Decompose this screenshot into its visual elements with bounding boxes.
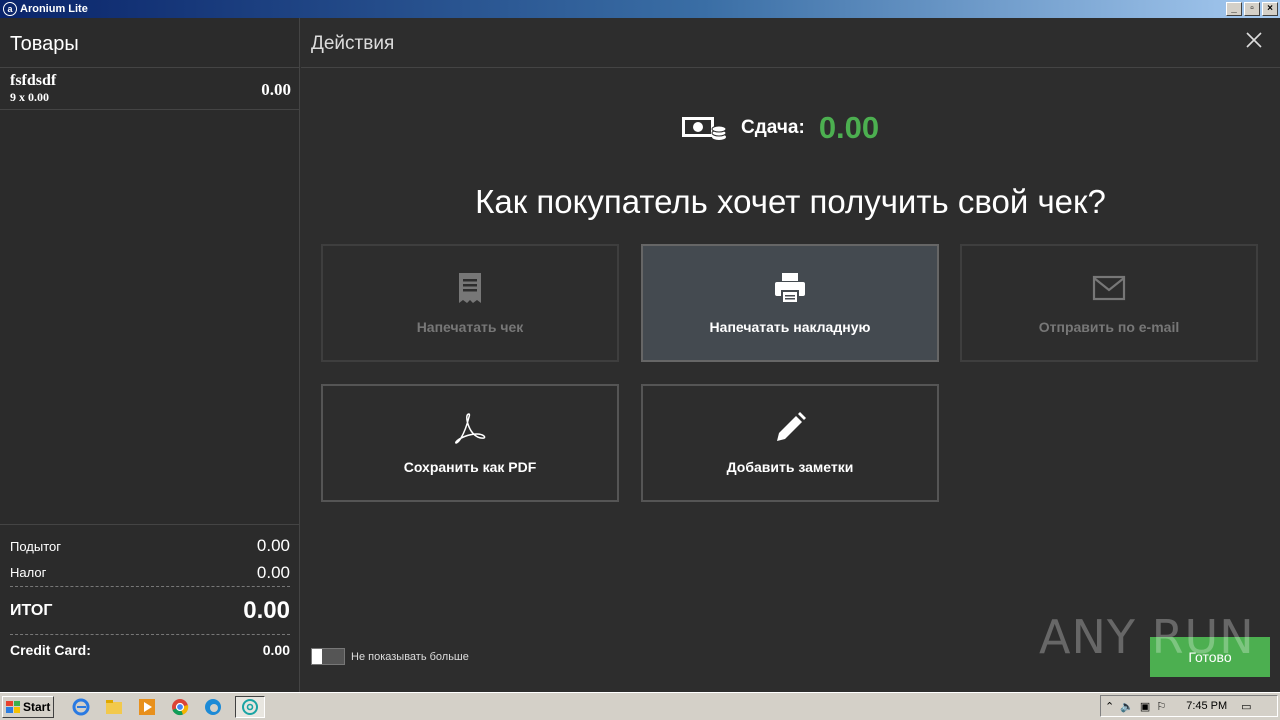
network-icon[interactable]: ▣ (1140, 700, 1150, 713)
payment-label: Credit Card: (10, 642, 91, 658)
dont-show-toggle[interactable]: Не показывать больше (311, 648, 469, 665)
cart-panel: Товары fsfdsdf 9 x 0.00 0.00 Подытог 0.0… (0, 18, 300, 692)
window-controls: _ ▫ × (1226, 2, 1278, 16)
totals-section: Подытог 0.00 Налог 0.00 ИТОГ 0.00 Credit… (0, 524, 300, 665)
show-desktop-icon[interactable]: ▭ (1241, 700, 1251, 713)
tax-label: Налог (10, 565, 47, 580)
toggle-switch[interactable] (311, 648, 345, 665)
title-bar: a Aronium Lite _ ▫ × (0, 0, 1280, 18)
actions-header: Действия (301, 18, 1280, 68)
edge-icon[interactable] (202, 696, 224, 718)
subtotal-value: 0.00 (256, 536, 290, 555)
chrome-icon[interactable] (169, 696, 191, 718)
printer-icon (775, 273, 805, 304)
ie-icon[interactable] (70, 696, 92, 718)
total-row: ИТОГ 0.00 (10, 587, 290, 635)
subtotal-row: Подытог 0.00 (10, 525, 290, 559)
cart-title: Товары (0, 18, 299, 68)
taskbar: Start ⌃ 🔈 ▣ ⚐ 7:45 PM ▭ (0, 692, 1280, 720)
chevron-up-icon[interactable]: ⌃ (1105, 700, 1114, 713)
close-icon[interactable] (1244, 30, 1264, 50)
send-email-button[interactable]: Отправить по e-mail (960, 244, 1258, 362)
dont-show-label: Не показывать больше (351, 650, 469, 663)
system-tray: ⌃ 🔈 ▣ ⚐ 7:45 PM ▭ (1100, 695, 1278, 717)
save-pdf-label: Сохранить как PDF (403, 459, 537, 475)
add-notes-label: Добавить заметки (726, 459, 854, 475)
tax-row: Налог 0.00 (10, 559, 290, 587)
subtotal-label: Подытог (10, 538, 61, 554)
tax-value: 0.00 (256, 562, 290, 582)
print-invoice-button[interactable]: Напечатать накладную (641, 244, 939, 362)
save-pdf-button[interactable]: Сохранить как PDF (321, 384, 619, 502)
close-window-button[interactable]: × (1262, 2, 1278, 16)
change-display: Сдача: 0.00 (681, 110, 879, 146)
pencil-icon (777, 412, 806, 441)
receipt-question: Как покупатель хочет получить свой чек? (475, 183, 1106, 220)
receipt-icon (459, 273, 481, 303)
total-value: 0.00 (243, 596, 290, 624)
print-receipt-label: Напечатать чек (416, 319, 524, 335)
restore-button[interactable]: ▫ (1244, 2, 1260, 16)
start-label: Start (23, 699, 51, 714)
payment-row: Credit Card: 0.00 (10, 635, 290, 665)
cart-item[interactable]: fsfdsdf 9 x 0.00 0.00 (0, 68, 299, 110)
add-notes-button[interactable]: Добавить заметки (641, 384, 939, 502)
envelope-icon (1092, 275, 1126, 301)
send-email-label: Отправить по e-mail (1038, 319, 1180, 335)
app-icon: a (3, 2, 17, 16)
item-name: fsfdsdf (10, 72, 57, 89)
windows-logo-icon (6, 700, 20, 713)
change-value: 0.00 (818, 110, 880, 145)
actions-title: Действия (311, 33, 395, 54)
watermark: ANY RUN (1039, 610, 1255, 664)
volume-icon[interactable]: 🔈 (1120, 700, 1134, 713)
print-invoice-label: Напечатать накладную (709, 319, 871, 335)
window-title: Aronium Lite (20, 3, 88, 15)
minimize-button[interactable]: _ (1226, 2, 1242, 16)
flag-icon[interactable]: ⚐ (1156, 700, 1166, 713)
aronium-taskbar-icon[interactable] (235, 695, 265, 718)
total-label: ИТОГ (10, 601, 53, 619)
change-label: Сдача: (741, 117, 805, 138)
item-price: 0.00 (261, 80, 291, 99)
clock: 7:45 PM (1186, 700, 1228, 712)
media-player-icon[interactable] (136, 696, 158, 718)
pdf-icon (455, 413, 486, 444)
actions-panel: Действия Сдача: 0.00 Как покупатель хоче… (301, 18, 1280, 692)
cash-icon (682, 117, 727, 140)
print-receipt-button[interactable]: Напечатать чек (321, 244, 619, 362)
payment-value: 0.00 (262, 642, 290, 658)
start-button[interactable]: Start (2, 695, 54, 718)
folder-icon[interactable] (103, 696, 125, 718)
item-quantity: 9 x 0.00 (10, 90, 49, 104)
